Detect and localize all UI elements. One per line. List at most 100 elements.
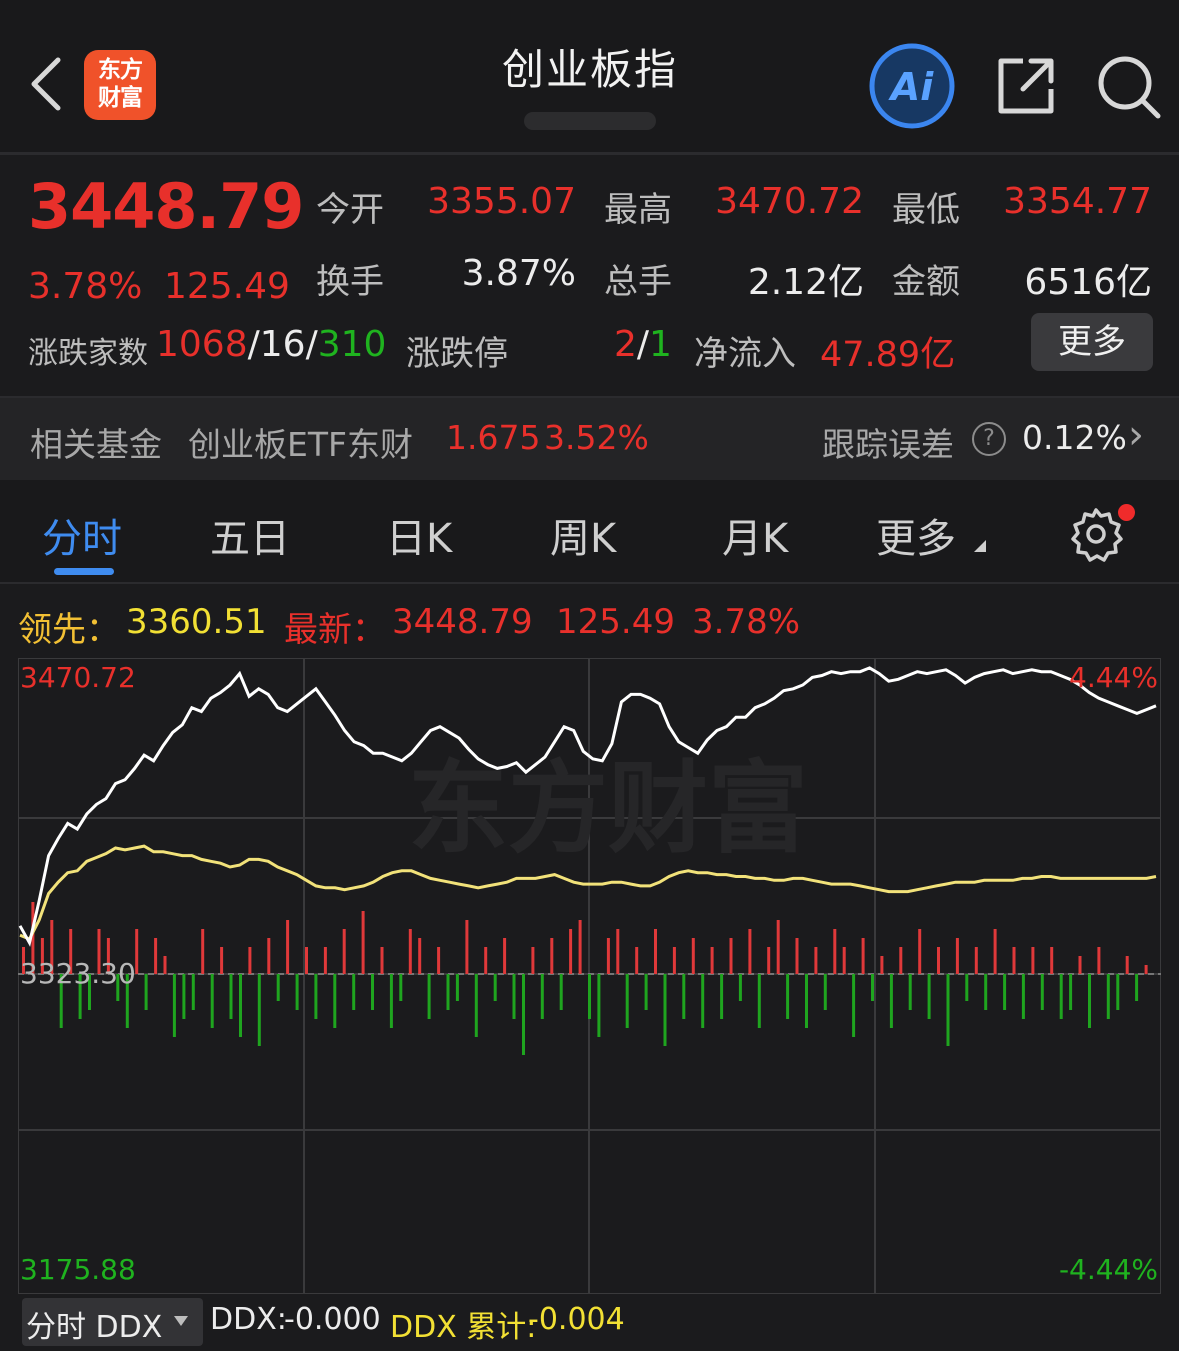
- ddx-bar: [465, 920, 469, 974]
- breadth-values: 1068/16/310: [156, 324, 386, 365]
- ddx-bar: [427, 974, 431, 1019]
- ddx-bar: [361, 911, 365, 974]
- ddx-bar: [597, 974, 601, 1037]
- ddx-bar: [984, 974, 988, 1010]
- header-divider: [0, 152, 1179, 155]
- tab-more[interactable]: 更多: [876, 506, 956, 564]
- fund-name[interactable]: 创业板ETF东财: [188, 418, 413, 466]
- ddx-bar: [654, 929, 657, 974]
- ddx-bar: [267, 938, 271, 974]
- ddx-bar: [993, 929, 997, 974]
- ddx-bar: [795, 938, 799, 974]
- tab-daily-k[interactable]: 日K: [386, 506, 452, 564]
- lead-label: 领先：: [18, 610, 120, 650]
- search-icon[interactable]: [1096, 54, 1162, 120]
- ddx-cum-value: -0.004: [528, 1302, 625, 1337]
- breadth-down: 310: [317, 324, 387, 365]
- ddx-bar: [786, 974, 790, 1019]
- ddx-bar: [455, 974, 459, 1001]
- ddx-bar: [1078, 956, 1082, 974]
- ddx-bar: [1088, 974, 1091, 1028]
- fund-label: 相关基金: [30, 425, 162, 464]
- tab-monthly-k[interactable]: 月K: [722, 506, 788, 564]
- notification-dot: [1118, 504, 1135, 521]
- app-logo: 东方 财富: [84, 50, 156, 120]
- share-icon[interactable]: [995, 55, 1057, 117]
- open-value: 3355.07: [427, 181, 576, 222]
- ddx-bar: [635, 947, 639, 974]
- ddx-bar: [616, 929, 620, 974]
- ddx-bar: [389, 974, 393, 1028]
- latest-change-pct: 3.78%: [692, 602, 801, 642]
- turnover-value: 3.87%: [461, 253, 576, 294]
- latest-label: 最新：: [284, 610, 386, 650]
- ddx-bar: [172, 974, 176, 1037]
- breadth-label: 涨跌家数: [28, 336, 148, 371]
- back-arrow-icon[interactable]: [26, 54, 66, 114]
- amount-value: 6516亿: [1024, 262, 1152, 303]
- limit-down: 1: [649, 324, 672, 365]
- breadth-up: 1068: [156, 324, 248, 365]
- ddx-bar: [625, 974, 629, 1028]
- ddx-bar: [210, 974, 214, 1028]
- ddx-bar: [1135, 974, 1139, 1001]
- low-value: 3354.77: [1003, 181, 1152, 222]
- tab-intraday[interactable]: 分时: [42, 506, 122, 564]
- breadth-flat: 16: [259, 324, 306, 365]
- ddx-bar: [380, 947, 384, 974]
- ddx-bar: [399, 974, 403, 1001]
- ddx-bar: [974, 947, 978, 974]
- netflow-label: 净流入: [694, 334, 796, 374]
- ddx-bar: [276, 974, 280, 1001]
- ddx-bar: [257, 974, 261, 1046]
- active-tab-indicator: [54, 568, 114, 575]
- ddx-cum-label: DDX 累计:: [390, 1310, 537, 1345]
- ddx-bar: [503, 938, 507, 974]
- ddx-bar: [371, 974, 374, 1010]
- latest-value: 3448.79: [392, 602, 533, 642]
- ddx-bar: [484, 947, 488, 974]
- ddx-label: DDX:: [210, 1302, 287, 1337]
- ddx-bar: [852, 974, 856, 1037]
- watermark: 东方财富: [408, 750, 808, 867]
- ddx-bar: [163, 956, 167, 974]
- chevron-right-icon[interactable]: ›: [1128, 412, 1144, 458]
- ai-assistant-icon[interactable]: Ai: [868, 42, 956, 130]
- settings-gear-icon[interactable]: [1068, 506, 1124, 562]
- ddx-bar: [512, 974, 516, 1019]
- ddx-bar: [531, 947, 535, 974]
- breadth-sep: /: [247, 324, 260, 365]
- current-price: 3448.79: [28, 170, 304, 243]
- tracking-error-value: 0.12%: [1022, 418, 1127, 457]
- ddx-bar: [559, 974, 563, 1010]
- more-button[interactable]: 更多: [1031, 313, 1153, 371]
- ddx-bar: [946, 974, 950, 1046]
- high-value: 3470.72: [715, 181, 864, 222]
- ddx-bar: [540, 974, 544, 1019]
- ddx-bar: [965, 974, 969, 1001]
- tracking-error-label: 跟踪误差: [822, 425, 954, 464]
- help-icon[interactable]: ?: [972, 422, 1006, 456]
- ddx-bar: [1106, 974, 1110, 1019]
- ddx-bar: [1021, 974, 1025, 1019]
- ddx-value: -0.000: [284, 1302, 381, 1337]
- turnover-label: 换手: [316, 262, 384, 302]
- ddx-bar: [182, 974, 186, 1019]
- ddx-bar: [191, 974, 195, 1010]
- ddx-bar: [154, 938, 158, 974]
- ddx-bar: [729, 938, 733, 974]
- high-label: 最高: [604, 190, 672, 230]
- intraday-chart[interactable]: 东方财富 3470.72 3323.30 3175.88 4.44% -4.44…: [18, 658, 1161, 1294]
- ddx-bar: [323, 947, 327, 974]
- ddx-bar: [833, 929, 837, 974]
- y-min-label: 3175.88: [20, 1253, 136, 1286]
- ddx-bar: [720, 974, 724, 1019]
- ddx-bar: [1003, 974, 1007, 1010]
- ddx-bar: [1031, 947, 1035, 974]
- ddx-bar: [606, 938, 610, 974]
- pct-min-label: -4.44%: [1059, 1253, 1158, 1286]
- ddx-bar: [682, 974, 686, 1019]
- tab-weekly-k[interactable]: 周K: [550, 506, 616, 564]
- tab-five-day[interactable]: 五日: [210, 506, 290, 564]
- open-label: 今开: [316, 190, 384, 230]
